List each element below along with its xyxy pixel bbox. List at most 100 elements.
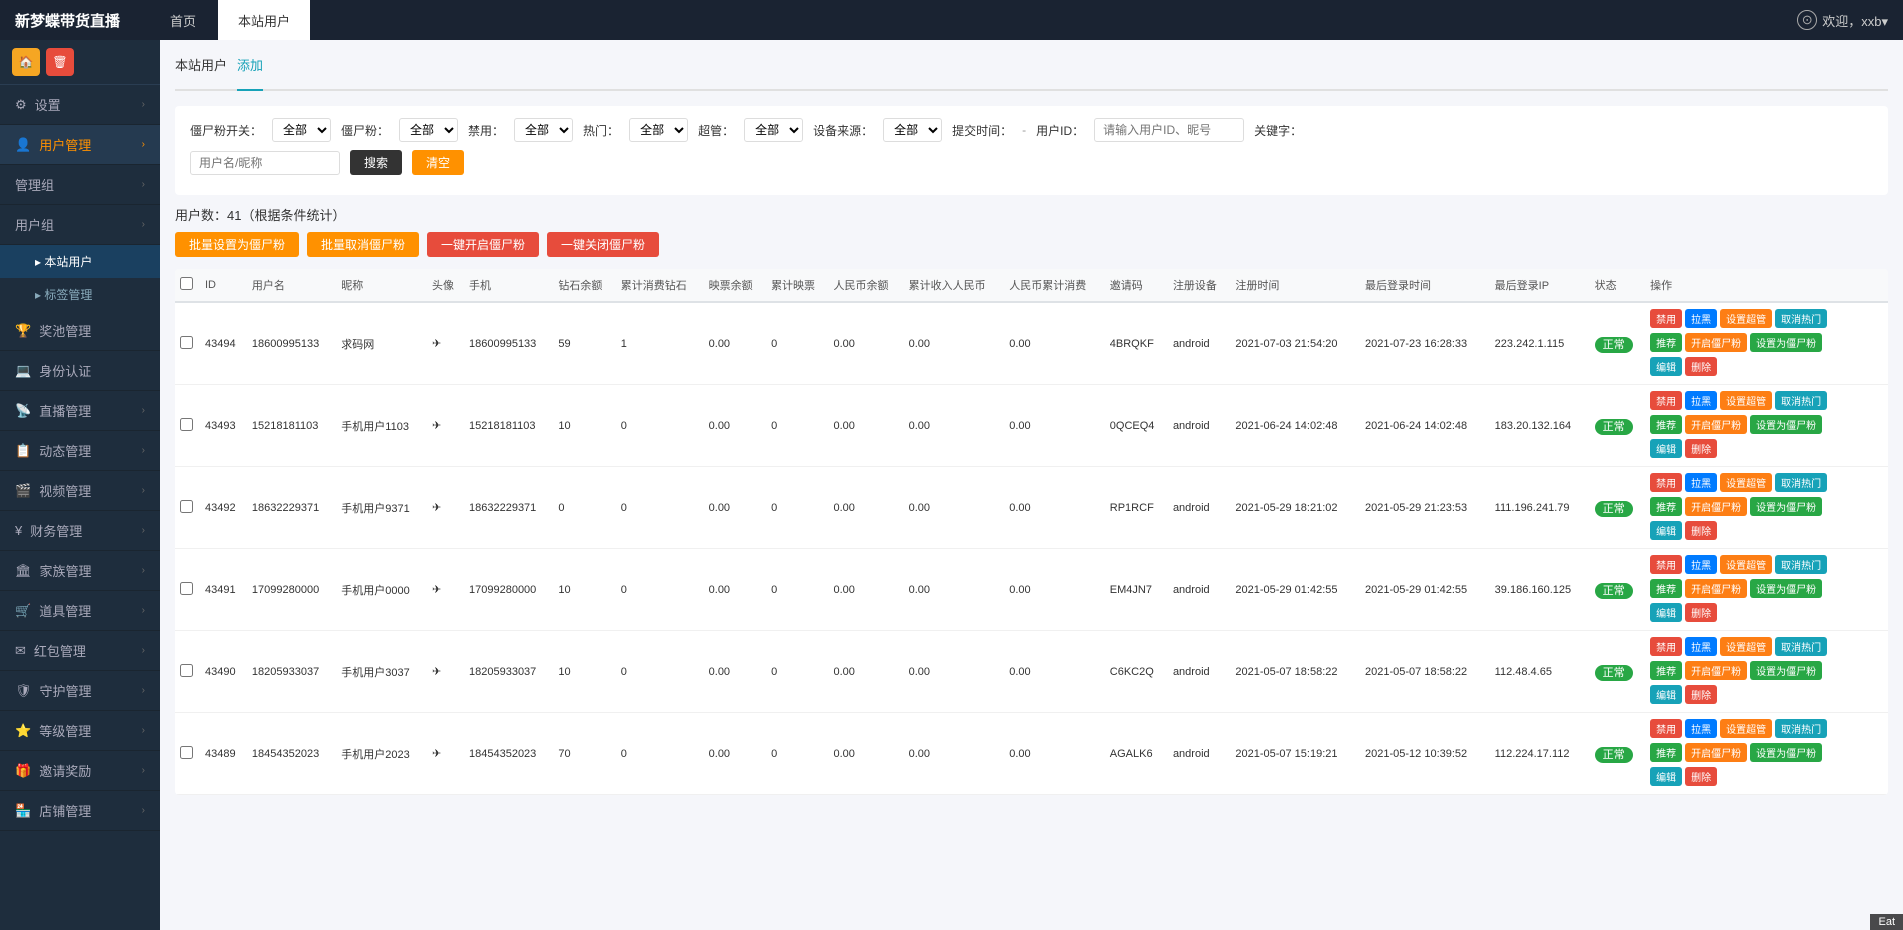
superadmin-select[interactable]: 全部: [744, 118, 803, 142]
action-btn-编辑-1[interactable]: 编辑: [1650, 439, 1682, 458]
sidebar-item-admin-group[interactable]: 管理组 ›: [0, 165, 160, 205]
sidebar-item-invite[interactable]: 🎁 邀请奖励 ›: [0, 751, 160, 791]
action-btn-禁用-2[interactable]: 禁用: [1650, 473, 1682, 492]
action-btn-开启僵尸粉-5[interactable]: 开启僵尸粉: [1685, 743, 1747, 762]
hot-select[interactable]: 全部: [629, 118, 688, 142]
action-btn-推荐-3[interactable]: 推荐: [1650, 579, 1682, 598]
bulk-set-zombie-btn[interactable]: 批量设置为僵尸粉: [175, 232, 299, 257]
action-btn-开启僵尸粉-4[interactable]: 开启僵尸粉: [1685, 661, 1747, 680]
action-btn-编辑-4[interactable]: 编辑: [1650, 685, 1682, 704]
sidebar-item-guard[interactable]: 🛡 守护管理 ›: [0, 671, 160, 711]
row-checkbox-3[interactable]: [180, 582, 193, 595]
action-btn-禁用-5[interactable]: 禁用: [1650, 719, 1682, 738]
action-btn-拉黑-4[interactable]: 拉黑: [1685, 637, 1717, 656]
action-btn-禁用-1[interactable]: 禁用: [1650, 391, 1682, 410]
sidebar-item-dynamic[interactable]: 📋 动态管理 ›: [0, 431, 160, 471]
action-btn-设置为僵尸粉-1[interactable]: 设置为僵尸粉: [1750, 415, 1822, 434]
clear-button[interactable]: 清空: [412, 150, 464, 175]
row-checkbox-5[interactable]: [180, 746, 193, 759]
username-input[interactable]: [190, 151, 340, 175]
action-btn-拉黑-0[interactable]: 拉黑: [1685, 309, 1717, 328]
action-btn-推荐-2[interactable]: 推荐: [1650, 497, 1682, 516]
sidebar-item-props[interactable]: 🛒 道具管理 ›: [0, 591, 160, 631]
row-checkbox-4[interactable]: [180, 664, 193, 677]
action-btn-禁用-3[interactable]: 禁用: [1650, 555, 1682, 574]
bulk-enable-zombie-btn[interactable]: 一键开启僵尸粉: [427, 232, 539, 257]
action-btn-编辑-2[interactable]: 编辑: [1650, 521, 1682, 540]
action-btn-取消热门-4[interactable]: 取消热门: [1775, 637, 1827, 656]
action-btn-拉黑-1[interactable]: 拉黑: [1685, 391, 1717, 410]
action-btn-设置超管-3[interactable]: 设置超管: [1720, 555, 1772, 574]
action-btn-设置为僵尸粉-5[interactable]: 设置为僵尸粉: [1750, 743, 1822, 762]
action-btn-删除-5[interactable]: 删除: [1685, 767, 1717, 786]
action-btn-设置为僵尸粉-0[interactable]: 设置为僵尸粉: [1750, 333, 1822, 352]
action-btn-取消热门-2[interactable]: 取消热门: [1775, 473, 1827, 492]
action-btn-取消热门-3[interactable]: 取消热门: [1775, 555, 1827, 574]
action-btn-删除-1[interactable]: 删除: [1685, 439, 1717, 458]
userid-input[interactable]: [1094, 118, 1244, 142]
sidebar-item-user-mgmt[interactable]: 👤 用户管理 ›: [0, 125, 160, 165]
delete-icon-btn[interactable]: 🗑: [46, 48, 74, 76]
action-btn-删除-4[interactable]: 删除: [1685, 685, 1717, 704]
action-btn-推荐-1[interactable]: 推荐: [1650, 415, 1682, 434]
sidebar-item-redpacket[interactable]: ✉ 红包管理 ›: [0, 631, 160, 671]
row-checkbox-2[interactable]: [180, 500, 193, 513]
action-btn-推荐-4[interactable]: 推荐: [1650, 661, 1682, 680]
bulk-cancel-zombie-btn[interactable]: 批量取消僵尸粉: [307, 232, 419, 257]
action-btn-禁用-4[interactable]: 禁用: [1650, 637, 1682, 656]
action-btn-编辑-0[interactable]: 编辑: [1650, 357, 1682, 376]
action-btn-开启僵尸粉-1[interactable]: 开启僵尸粉: [1685, 415, 1747, 434]
sidebar-subitem-tags[interactable]: ▸ 标签管理: [0, 278, 160, 311]
action-btn-取消热门-5[interactable]: 取消热门: [1775, 719, 1827, 738]
bc-add[interactable]: 添加: [237, 55, 263, 91]
select-all-checkbox[interactable]: [180, 277, 193, 290]
action-btn-取消热门-0[interactable]: 取消热门: [1775, 309, 1827, 328]
action-btn-开启僵尸粉-3[interactable]: 开启僵尸粉: [1685, 579, 1747, 598]
sidebar-item-shop[interactable]: 🏪 店铺管理 ›: [0, 791, 160, 831]
nav-tab-users[interactable]: 本站用户: [218, 0, 310, 40]
sidebar-item-level[interactable]: ⭐ 等级管理 ›: [0, 711, 160, 751]
device-select[interactable]: 全部: [883, 118, 942, 142]
sidebar-item-prize-pool[interactable]: 🏆 奖池管理: [0, 311, 160, 351]
action-btn-设置为僵尸粉-4[interactable]: 设置为僵尸粉: [1750, 661, 1822, 680]
action-btn-删除-0[interactable]: 删除: [1685, 357, 1717, 376]
action-btn-禁用-0[interactable]: 禁用: [1650, 309, 1682, 328]
action-btn-拉黑-3[interactable]: 拉黑: [1685, 555, 1717, 574]
action-btn-设置超管-1[interactable]: 设置超管: [1720, 391, 1772, 410]
action-btn-编辑-3[interactable]: 编辑: [1650, 603, 1682, 622]
action-btn-开启僵尸粉-0[interactable]: 开启僵尸粉: [1685, 333, 1747, 352]
bc-site-users[interactable]: 本站用户: [175, 55, 227, 79]
search-button[interactable]: 搜索: [350, 150, 402, 175]
action-btn-取消热门-1[interactable]: 取消热门: [1775, 391, 1827, 410]
action-btn-编辑-5[interactable]: 编辑: [1650, 767, 1682, 786]
sidebar-subitem-site-users[interactable]: ▸ 本站用户: [0, 245, 160, 278]
sidebar-item-finance[interactable]: ¥ 财务管理 ›: [0, 511, 160, 551]
zombie-switch-select[interactable]: 全部: [272, 118, 331, 142]
zombie-select[interactable]: 全部: [399, 118, 458, 142]
action-btn-设置超管-2[interactable]: 设置超管: [1720, 473, 1772, 492]
action-btn-拉黑-2[interactable]: 拉黑: [1685, 473, 1717, 492]
action-btn-设置为僵尸粉-2[interactable]: 设置为僵尸粉: [1750, 497, 1822, 516]
action-btn-推荐-0[interactable]: 推荐: [1650, 333, 1682, 352]
action-btn-设置为僵尸粉-3[interactable]: 设置为僵尸粉: [1750, 579, 1822, 598]
action-btn-删除-2[interactable]: 删除: [1685, 521, 1717, 540]
sidebar-item-settings[interactable]: ⚙ 设置 ›: [0, 85, 160, 125]
sidebar-item-video[interactable]: 🎬 视频管理 ›: [0, 471, 160, 511]
sidebar-item-auth[interactable]: 💻 身份认证: [0, 351, 160, 391]
bulk-disable-zombie-btn[interactable]: 一键关闭僵尸粉: [547, 232, 659, 257]
sidebar-item-user-group[interactable]: 用户组 ›: [0, 205, 160, 245]
sidebar-item-live[interactable]: 📡 直播管理 ›: [0, 391, 160, 431]
ban-select[interactable]: 全部: [514, 118, 573, 142]
action-btn-推荐-5[interactable]: 推荐: [1650, 743, 1682, 762]
action-btn-设置超管-0[interactable]: 设置超管: [1720, 309, 1772, 328]
action-btn-设置超管-4[interactable]: 设置超管: [1720, 637, 1772, 656]
home-icon-btn[interactable]: 🏠: [12, 48, 40, 76]
action-btn-拉黑-5[interactable]: 拉黑: [1685, 719, 1717, 738]
sidebar-item-family[interactable]: 🏛 家族管理 ›: [0, 551, 160, 591]
action-btn-设置超管-5[interactable]: 设置超管: [1720, 719, 1772, 738]
nav-tab-home[interactable]: 首页: [150, 0, 216, 40]
action-btn-删除-3[interactable]: 删除: [1685, 603, 1717, 622]
row-checkbox-1[interactable]: [180, 418, 193, 431]
action-btn-开启僵尸粉-2[interactable]: 开启僵尸粉: [1685, 497, 1747, 516]
row-checkbox-0[interactable]: [180, 336, 193, 349]
